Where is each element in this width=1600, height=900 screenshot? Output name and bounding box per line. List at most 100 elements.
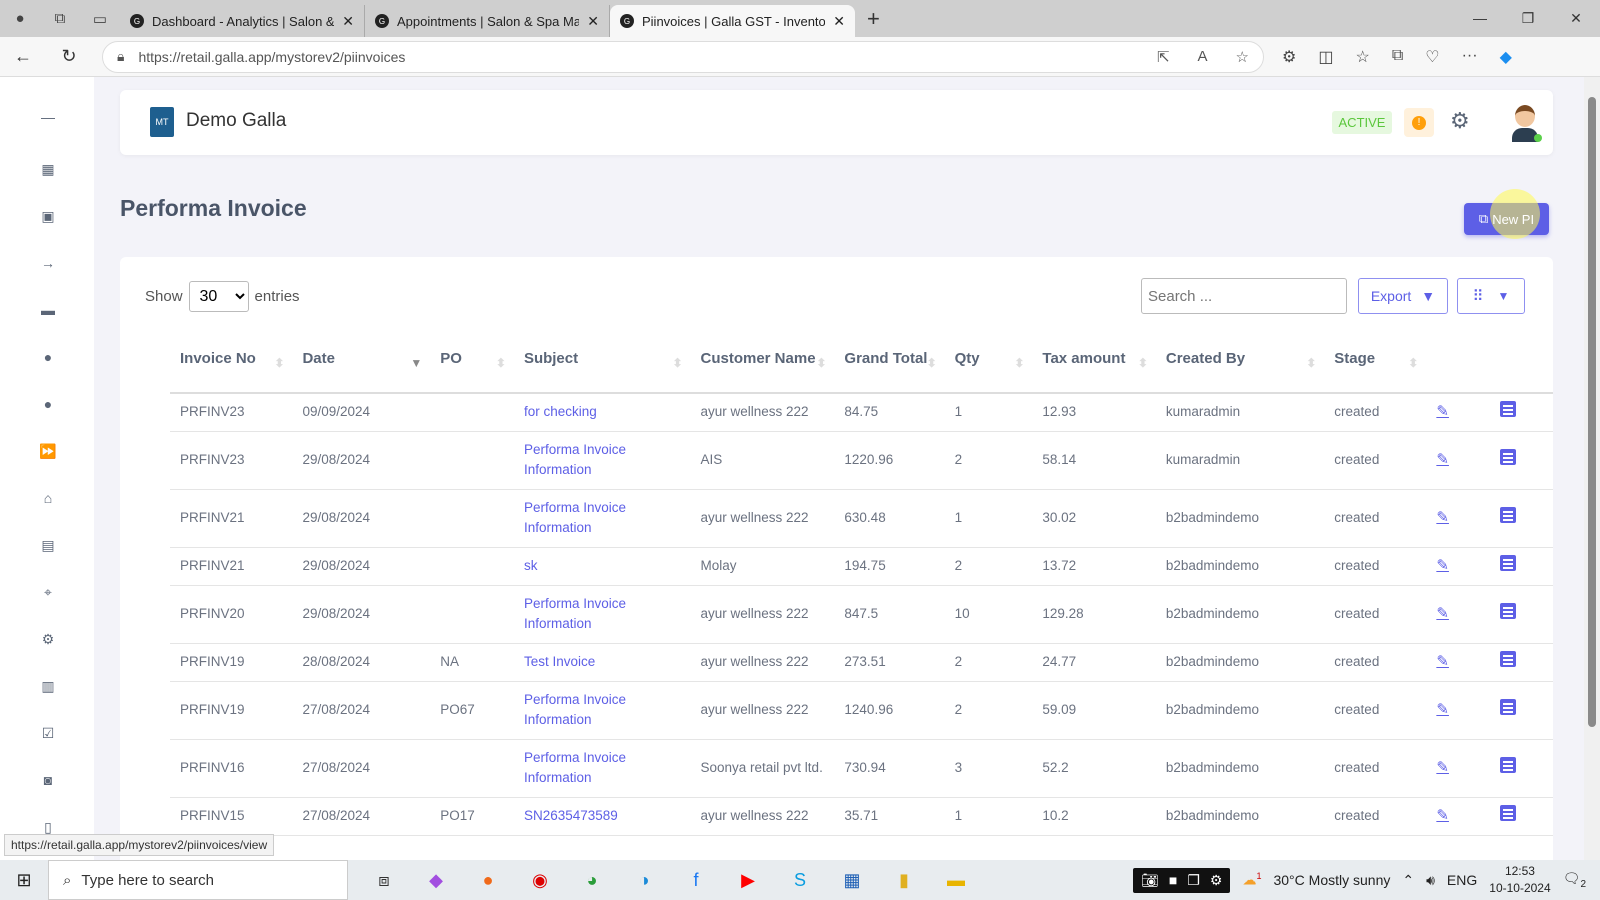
column-header-subject[interactable]: Subject ⬍ [513,326,691,394]
favorites-icon[interactable]: ☆ [1355,47,1369,67]
edit-pencil-icon[interactable]: ✎ [1436,451,1449,468]
column-header-stage[interactable]: Stage ⬍ [1324,326,1427,394]
search-input[interactable] [1141,278,1347,314]
close-tab-icon[interactable]: ✕ [833,13,845,30]
subject-link[interactable]: Test Invoice [524,654,595,669]
arrow-right-icon[interactable]: → [38,253,58,273]
recorder-icon[interactable]: ◉ [524,864,556,896]
report-file-icon[interactable]: ▥ [38,676,58,696]
workspaces-icon[interactable]: ⧉ [48,7,72,31]
sort-icon[interactable]: ▼ [410,351,422,375]
collections-icon[interactable]: ⧉ [1392,47,1403,67]
sort-icon[interactable]: ⬍ [672,351,682,375]
sort-icon[interactable]: ⬍ [927,351,937,375]
volume-icon[interactable]: 🔊︎ [1426,872,1435,889]
clock[interactable]: 12:53 10-10-2024 [1489,863,1550,897]
settings-gear-icon[interactable]: ⚙ [1450,108,1470,134]
profile-icon[interactable]: ● [8,7,32,31]
weather-icon[interactable]: ☁1 [1242,871,1261,889]
sort-icon[interactable]: ⬍ [496,351,506,375]
settings-icon[interactable]: ⚙ [1210,872,1223,889]
column-header-invoice-no[interactable]: Invoice No ⬍ [170,326,293,394]
settings-icon[interactable]: ⚙ [38,629,58,649]
screenshot-icon[interactable]: 📷︎ [1141,872,1159,889]
close-tab-icon[interactable]: ✕ [342,13,354,30]
subject-link[interactable]: Performa Invoice Information [524,692,626,727]
forward-icon[interactable]: ⏩ [38,441,58,461]
open-app-icon[interactable]: ⇱ [1157,48,1170,66]
alert-button[interactable]: ! [1404,108,1434,137]
user-circle-icon[interactable]: ● [38,347,58,367]
facebook-icon[interactable]: f [680,864,712,896]
back-button[interactable]: ← [0,46,46,67]
products-box-icon[interactable]: ▣ [38,206,58,226]
weather-text[interactable]: 30°C Mostly sunny [1273,872,1390,888]
address-bar[interactable]: 🔒︎ https://retail.galla.app/mystorev2/pi… [102,40,1264,73]
browser-tab-dashboard[interactable]: G Dashboard - Analytics | Salon & S ✕ [120,5,365,37]
dashboard-icon[interactable]: ▦ [38,159,58,179]
edit-pencil-icon[interactable]: ✎ [1436,403,1449,420]
sort-icon[interactable]: ⬍ [274,351,284,375]
new-tab-button[interactable]: + [867,6,880,32]
basket-icon[interactable]: ⌂ [38,488,58,508]
subject-link[interactable]: Performa Invoice Information [524,442,626,477]
restore-button[interactable]: ❐ [1504,0,1552,36]
edit-pencil-icon[interactable]: ✎ [1436,807,1449,824]
browser-essentials-icon[interactable]: ♡ [1425,47,1439,67]
task-view-icon[interactable]: ⧈ [368,864,400,896]
column-header-date[interactable]: Date ▼ [292,326,431,394]
scrollbar-thumb[interactable] [1588,97,1596,727]
firefox-icon[interactable]: ● [472,864,504,896]
subject-link[interactable]: for checking [524,404,597,419]
subject-link[interactable]: Performa Invoice Information [524,750,626,785]
sort-icon[interactable]: ⬍ [1408,351,1418,375]
language-indicator[interactable]: ENG [1447,872,1477,888]
menu-collapse-icon[interactable]: — [38,107,58,127]
sort-icon[interactable]: ⬍ [1138,351,1148,375]
view-document-icon[interactable] [1499,699,1516,715]
favorite-star-icon[interactable]: ☆ [1236,48,1249,66]
new-pi-button[interactable]: ⧉ New PI [1464,203,1549,235]
view-document-icon[interactable] [1499,603,1516,619]
export-button[interactable]: Export ▼ [1358,278,1448,314]
refresh-button[interactable]: ↻ [46,46,92,67]
column-header-customer-name[interactable]: Customer Name ⬍ [690,326,835,394]
split-screen-icon[interactable]: ◫ [1318,47,1333,67]
capture-toolbar[interactable]: 📷︎ ■ ❐ ⚙ [1133,867,1231,893]
video-icon[interactable]: ■ [1169,872,1177,889]
youtube-icon[interactable]: ▶ [732,864,764,896]
edit-pencil-icon[interactable]: ✎ [1436,759,1449,776]
view-document-icon[interactable] [1499,507,1516,523]
minimize-button[interactable]: — [1456,0,1504,36]
edit-pencil-icon[interactable]: ✎ [1436,605,1449,622]
edit-pencil-icon[interactable]: ✎ [1436,653,1449,670]
close-window-button[interactable]: ✕ [1552,0,1600,36]
view-document-icon[interactable] [1499,401,1516,418]
view-document-icon[interactable] [1499,449,1516,465]
column-header-tax-amount[interactable]: Tax amount ⬍ [1032,326,1156,394]
sort-icon[interactable]: ⬍ [816,351,826,375]
app-icon[interactable]: ▮ [888,864,920,896]
ticket-icon[interactable]: ▬ [38,300,58,320]
skype-icon[interactable]: S [784,864,816,896]
column-header-created-by[interactable]: Created By ⬍ [1155,326,1325,394]
close-tab-icon[interactable]: ✕ [587,13,599,30]
column-visibility-button[interactable]: ⠿ ▼ [1457,278,1525,314]
browser-tab-appointments[interactable]: G Appointments | Salon & Spa Man ✕ [365,5,610,37]
edit-pencil-icon[interactable]: ✎ [1436,701,1449,718]
view-document-icon[interactable] [1499,757,1516,773]
checkbox-icon[interactable]: ☑ [38,723,58,743]
copilot-app-icon[interactable]: ◆ [420,864,452,896]
avatar[interactable] [1510,102,1542,142]
store-icon[interactable]: ▦ [836,864,868,896]
edit-pencil-icon[interactable]: ✎ [1436,557,1449,574]
chrome-icon[interactable]: ◕ [576,864,608,896]
column-header-qty[interactable]: Qty ⬍ [944,326,1033,394]
browser-tab-piinvoices[interactable]: G Piinvoices | Galla GST - Inventory ✕ [610,5,855,37]
chevron-up-icon[interactable]: ⌃ [1402,872,1414,889]
tab-actions-icon[interactable]: ▭ [88,7,112,31]
sort-icon[interactable]: ⬍ [1014,351,1024,375]
location-pin-icon[interactable]: ⌖ [38,582,58,602]
file-explorer-icon[interactable]: ▬ [940,864,972,896]
view-document-icon[interactable] [1499,805,1516,821]
